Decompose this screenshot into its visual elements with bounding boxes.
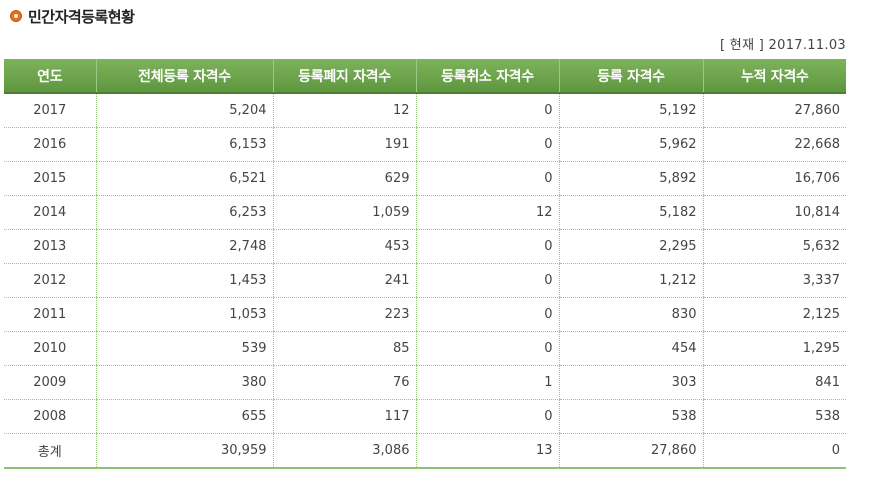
cell-cumulative: 22,668 bbox=[702, 127, 846, 162]
table-row: 2014 6,253 1,059 12 5,182 10,814 bbox=[4, 195, 846, 230]
cell-cancelled: 0 bbox=[415, 229, 559, 264]
table-row: 2009 380 76 1 303 841 bbox=[4, 365, 846, 400]
cell-cancelled: 12 bbox=[415, 195, 559, 230]
cell-registered: 5,182 bbox=[558, 195, 703, 230]
cell-abolished: 241 bbox=[272, 263, 416, 298]
cell-registered: 2,295 bbox=[558, 229, 703, 264]
header-cancelled: 등록취소 자격수 bbox=[415, 59, 559, 94]
cell-cancelled: 0 bbox=[415, 297, 559, 332]
total-row: 총계 30,959 3,086 13 27,860 0 bbox=[4, 433, 846, 469]
cell-total: 6,153 bbox=[95, 127, 273, 162]
cell-abolished: 12 bbox=[272, 93, 416, 128]
cell-cumulative: 841 bbox=[702, 365, 846, 400]
cell-abolished: 1,059 bbox=[272, 195, 416, 230]
cell-abolished: 117 bbox=[272, 399, 416, 434]
cell-cancelled: 0 bbox=[415, 127, 559, 162]
table-row: 2017 5,204 12 0 5,192 27,860 bbox=[4, 93, 846, 128]
table-row: 2015 6,521 629 0 5,892 16,706 bbox=[4, 161, 846, 196]
cell-registered: 5,892 bbox=[558, 161, 703, 196]
page: 민간자격등록현황 [ 현재 ] 2017.11.03 연도 전체등록 자격수 등… bbox=[0, 0, 872, 480]
cell-cumulative: 10,814 bbox=[702, 195, 846, 230]
cell-registered: 27,860 bbox=[558, 433, 703, 469]
cell-abolished: 76 bbox=[272, 365, 416, 400]
cell-year: 2017 bbox=[4, 93, 96, 128]
cell-abolished: 223 bbox=[272, 297, 416, 332]
table-row: 2010 539 85 0 454 1,295 bbox=[4, 331, 846, 366]
cell-registered: 830 bbox=[558, 297, 703, 332]
cell-cumulative: 538 bbox=[702, 399, 846, 434]
section-title: 민간자격등록현황 bbox=[10, 6, 135, 26]
cell-cumulative: 0 bbox=[702, 433, 846, 469]
cell-year: 2009 bbox=[4, 365, 96, 400]
cell-total: 380 bbox=[95, 365, 273, 400]
cell-year: 2010 bbox=[4, 331, 96, 366]
cell-year: 2014 bbox=[4, 195, 96, 230]
cell-cumulative: 3,337 bbox=[702, 263, 846, 298]
cell-cancelled: 0 bbox=[415, 161, 559, 196]
page-title: 민간자격등록현황 bbox=[28, 7, 135, 26]
cell-total: 6,521 bbox=[95, 161, 273, 196]
cell-year: 2015 bbox=[4, 161, 96, 196]
cell-total: 655 bbox=[95, 399, 273, 434]
cell-year: 2012 bbox=[4, 263, 96, 298]
table-row: 2008 655 117 0 538 538 bbox=[4, 399, 846, 434]
as-of-date: [ 현재 ] 2017.11.03 bbox=[720, 38, 846, 53]
cell-abolished: 3,086 bbox=[272, 433, 416, 469]
cell-total: 2,748 bbox=[95, 229, 273, 264]
header-cumulative: 누적 자격수 bbox=[702, 59, 846, 94]
cell-registered: 5,192 bbox=[558, 93, 703, 128]
header-total: 전체등록 자격수 bbox=[95, 59, 273, 94]
cell-registered: 5,962 bbox=[558, 127, 703, 162]
cell-abolished: 191 bbox=[272, 127, 416, 162]
cell-cancelled: 0 bbox=[415, 331, 559, 366]
qualification-stats-table: 연도 전체등록 자격수 등록폐지 자격수 등록취소 자격수 등록 자격수 누적 … bbox=[4, 59, 846, 469]
cell-total: 6,253 bbox=[95, 195, 273, 230]
cell-registered: 303 bbox=[558, 365, 703, 400]
cell-cumulative: 5,632 bbox=[702, 229, 846, 264]
cell-cancelled: 0 bbox=[415, 263, 559, 298]
cell-registered: 454 bbox=[558, 331, 703, 366]
header-abolished: 등록폐지 자격수 bbox=[272, 59, 416, 94]
table-header-row: 연도 전체등록 자격수 등록폐지 자격수 등록취소 자격수 등록 자격수 누적 … bbox=[4, 59, 846, 94]
orange-circle-bullet-icon bbox=[10, 10, 22, 22]
cell-abolished: 85 bbox=[272, 331, 416, 366]
table-row: 2012 1,453 241 0 1,212 3,337 bbox=[4, 263, 846, 298]
table-row: 2013 2,748 453 0 2,295 5,632 bbox=[4, 229, 846, 264]
cell-total: 1,053 bbox=[95, 297, 273, 332]
cell-total: 30,959 bbox=[95, 433, 273, 469]
cell-total: 5,204 bbox=[95, 93, 273, 128]
cell-cancelled: 0 bbox=[415, 399, 559, 434]
cell-cumulative: 27,860 bbox=[702, 93, 846, 128]
cell-abolished: 453 bbox=[272, 229, 416, 264]
cell-year: 2011 bbox=[4, 297, 96, 332]
cell-abolished: 629 bbox=[272, 161, 416, 196]
cell-year: 2016 bbox=[4, 127, 96, 162]
table-row: 2011 1,053 223 0 830 2,125 bbox=[4, 297, 846, 332]
cell-cancelled: 13 bbox=[415, 433, 559, 469]
cell-year: 2013 bbox=[4, 229, 96, 264]
cell-total: 1,453 bbox=[95, 263, 273, 298]
cell-cancelled: 0 bbox=[415, 93, 559, 128]
cell-total-label: 총계 bbox=[4, 433, 96, 469]
cell-year: 2008 bbox=[4, 399, 96, 434]
header-registered: 등록 자격수 bbox=[558, 59, 703, 94]
table-row: 2016 6,153 191 0 5,962 22,668 bbox=[4, 127, 846, 162]
cell-registered: 538 bbox=[558, 399, 703, 434]
cell-cumulative: 16,706 bbox=[702, 161, 846, 196]
header-year: 연도 bbox=[4, 59, 96, 94]
cell-registered: 1,212 bbox=[558, 263, 703, 298]
cell-cancelled: 1 bbox=[415, 365, 559, 400]
cell-cumulative: 1,295 bbox=[702, 331, 846, 366]
cell-total: 539 bbox=[95, 331, 273, 366]
cell-cumulative: 2,125 bbox=[702, 297, 846, 332]
